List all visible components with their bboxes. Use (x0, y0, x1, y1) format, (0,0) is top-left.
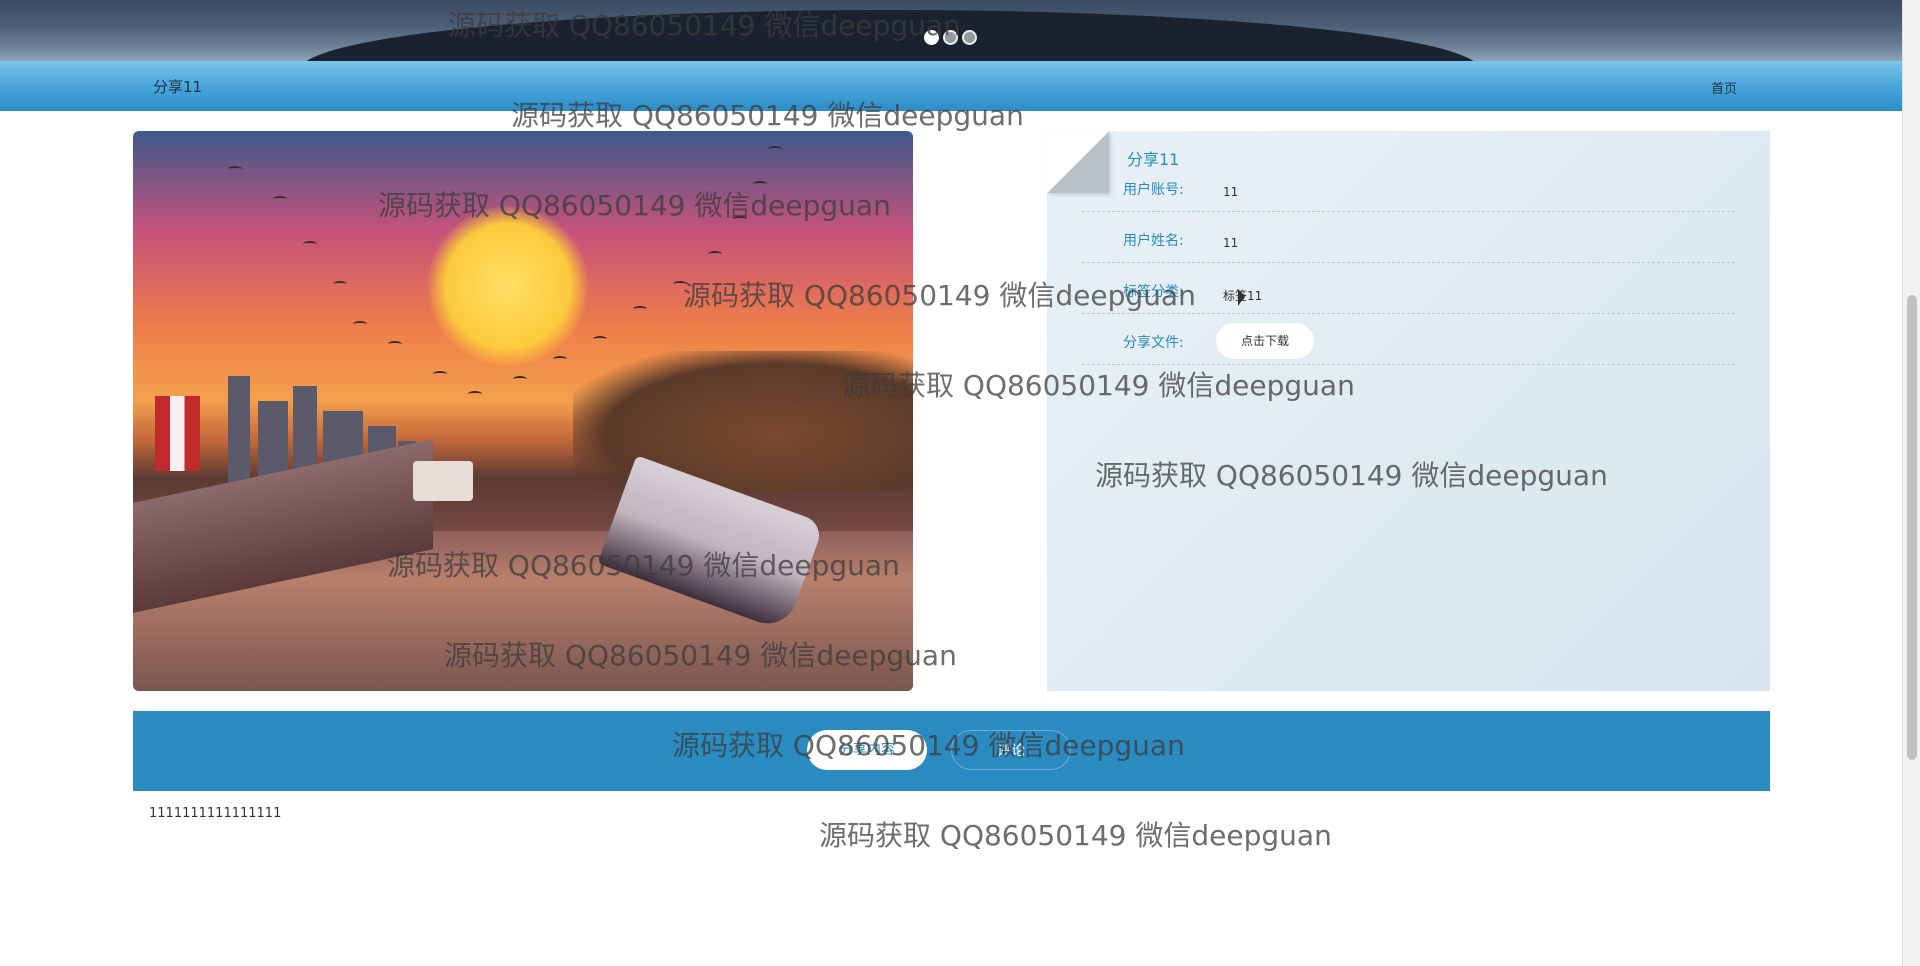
field-value: 11 (1223, 185, 1239, 199)
scrollbar-thumb[interactable] (1907, 295, 1917, 760)
mouse-cursor-icon (1238, 289, 1245, 306)
page-scrollbar[interactable] (1902, 0, 1920, 966)
share-info-panel: 分享11 用户账号: 11 用户姓名: 11 标签分类: 标签11 分享文件: … (1047, 131, 1770, 691)
field-label: 标签分类: (1123, 284, 1184, 300)
tab-comments[interactable]: 评论 (951, 730, 1071, 770)
banner-landscape (300, 10, 1480, 61)
image-trees (573, 351, 913, 491)
field-row-name: 用户姓名: 11 (1082, 212, 1735, 263)
field-label: 用户账号: (1123, 182, 1184, 198)
field-label: 分享文件: (1123, 335, 1184, 351)
tab-share-content[interactable]: 分享内容 (807, 730, 927, 770)
image-small-boat (413, 461, 473, 501)
field-value: 11 (1223, 236, 1239, 250)
navbar: 分享11 首页 (0, 61, 1902, 111)
share-image (133, 131, 913, 691)
carousel-dot-1[interactable] (924, 30, 939, 45)
nav-brand[interactable]: 分享11 (153, 76, 202, 97)
field-row-account: 用户账号: 11 (1082, 161, 1735, 212)
image-flag (155, 396, 200, 471)
banner-carousel (0, 0, 1902, 61)
nav-home-link[interactable]: 首页 (1711, 78, 1737, 97)
carousel-dot-2[interactable] (943, 30, 958, 45)
carousel-dot-3[interactable] (962, 30, 977, 45)
carousel-indicators (924, 30, 977, 45)
share-content-text: 1111111111111111 (149, 806, 282, 821)
watermark: 源码获取 QQ86050149 微信deepguan (819, 819, 1332, 852)
field-row-file: 分享文件: 点击下载 (1082, 314, 1735, 365)
field-label: 用户姓名: (1123, 233, 1184, 249)
field-row-tag: 标签分类: 标签11 (1082, 263, 1735, 314)
tab-bar: 分享内容 评论 (133, 711, 1770, 791)
download-button[interactable]: 点击下载 (1216, 323, 1314, 359)
